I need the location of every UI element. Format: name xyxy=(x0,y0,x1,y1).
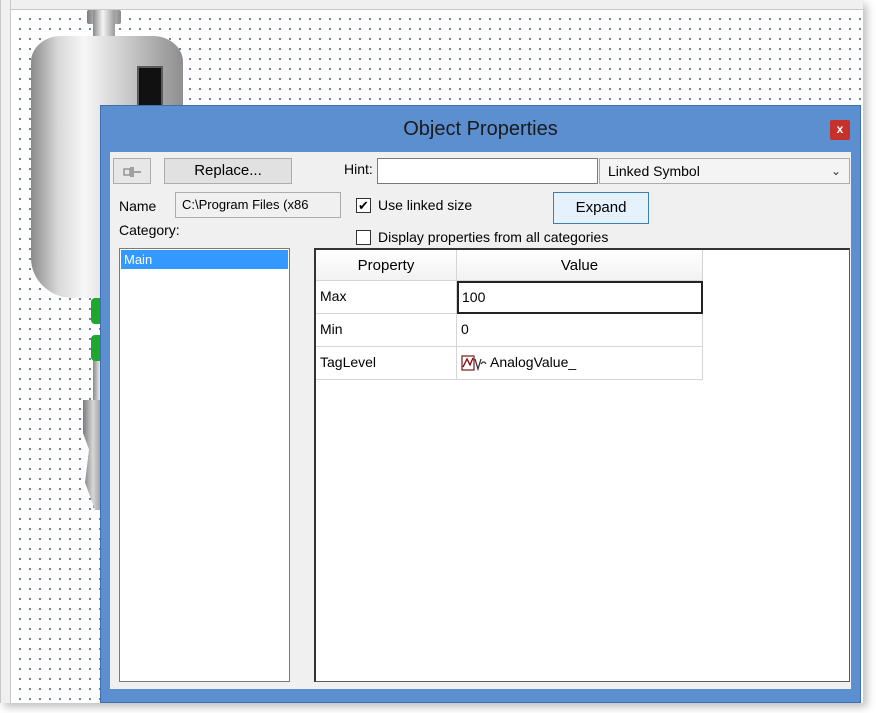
table-row[interactable]: Min 0 xyxy=(316,314,703,347)
symbol-type-dropdown[interactable]: Linked Symbol ⌄ xyxy=(599,158,850,184)
dialog-client-area: Replace... Hint: Linked Symbol ⌄ Name C:… xyxy=(110,152,851,689)
pin-button[interactable] xyxy=(113,158,151,184)
chevron-down-icon: ⌄ xyxy=(830,164,841,178)
pushpin-icon xyxy=(123,166,141,177)
expand-button[interactable]: Expand xyxy=(553,192,649,224)
close-button[interactable]: x xyxy=(830,120,850,140)
canvas-ruler-top xyxy=(1,0,863,10)
name-label: Name xyxy=(119,198,157,214)
tag-name: AnalogValue_ xyxy=(490,354,577,370)
hint-input[interactable] xyxy=(377,158,598,184)
symbol-type-value: Linked Symbol xyxy=(608,163,700,179)
name-field[interactable]: C:\Program Files (x86 xyxy=(175,192,341,218)
use-linked-size-label: Use linked size xyxy=(378,197,473,213)
column-header-value[interactable]: Value xyxy=(457,250,703,281)
category-item-main[interactable]: Main xyxy=(121,250,288,269)
canvas-ruler-left xyxy=(1,0,11,703)
value-cell-editing[interactable]: 100 xyxy=(457,281,703,314)
tag-icon xyxy=(461,355,487,372)
column-header-property[interactable]: Property xyxy=(316,250,457,281)
display-all-categories-label: Display properties from all categories xyxy=(378,229,609,245)
category-label: Category: xyxy=(119,222,180,238)
table-row[interactable]: TagLevel AnalogValue_ xyxy=(316,347,703,380)
property-cell[interactable]: Min xyxy=(316,314,457,347)
hint-label: Hint: xyxy=(344,161,373,177)
property-grid[interactable]: Property Value Max 100 Min 0 TagLevel An… xyxy=(314,248,850,682)
value-cell[interactable]: 0 xyxy=(457,314,703,347)
property-cell[interactable]: TagLevel xyxy=(316,347,457,380)
use-linked-size-checkbox[interactable]: ✔ xyxy=(356,198,371,213)
table-row[interactable]: Max 100 xyxy=(316,281,703,314)
value-cell[interactable]: AnalogValue_ xyxy=(457,347,703,380)
object-properties-dialog: Object Properties x Replace... Hint: Lin… xyxy=(100,105,861,703)
dialog-title: Object Properties xyxy=(403,118,558,140)
property-cell[interactable]: Max xyxy=(316,281,457,314)
replace-button[interactable]: Replace... xyxy=(164,158,292,184)
display-all-categories-checkbox[interactable] xyxy=(356,230,371,245)
dialog-titlebar[interactable]: Object Properties x xyxy=(101,106,860,152)
category-list[interactable]: Main xyxy=(119,248,290,682)
